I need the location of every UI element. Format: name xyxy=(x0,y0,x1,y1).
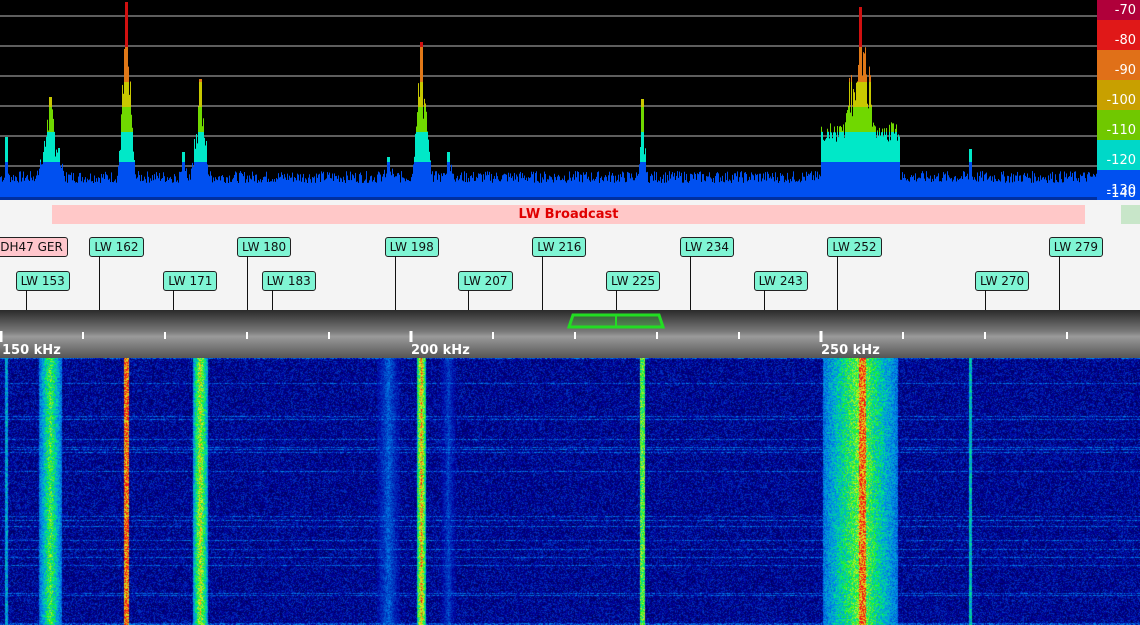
station-marker[interactable]: LW 279 xyxy=(1048,236,1103,310)
db-scale-label: -100 xyxy=(1106,93,1136,108)
frequency-label: 150 kHz xyxy=(2,343,61,358)
station-marker-label: DDH47 GER xyxy=(0,237,68,257)
station-marker[interactable]: LW 183 xyxy=(261,270,316,310)
station-marker-label: LW 180 xyxy=(237,237,292,257)
station-marker-label: LW 171 xyxy=(163,271,218,291)
station-marker-stem xyxy=(271,290,273,310)
frequency-ticks xyxy=(0,313,1068,342)
station-marker[interactable]: LW 180 xyxy=(237,236,292,310)
station-marker[interactable]: LW 162 xyxy=(89,236,144,310)
db-color-scale: -70 -80 -90 -100 -110 -120 -130 -140 xyxy=(1097,0,1140,230)
station-marker-label: LW 252 xyxy=(827,237,882,257)
station-marker-label: LW 153 xyxy=(15,271,70,291)
station-marker[interactable]: LW 216 xyxy=(532,236,587,310)
spectrum-trace xyxy=(0,2,1097,197)
station-marker-stem xyxy=(542,256,544,310)
station-marker[interactable]: LW 225 xyxy=(606,270,661,310)
station-marker[interactable]: LW 207 xyxy=(458,270,513,310)
frequency-label: 250 kHz xyxy=(821,343,880,358)
band-lw-broadcast[interactable]: LW Broadcast xyxy=(52,205,1085,224)
station-marker-label: LW 234 xyxy=(679,237,734,257)
station-marker-stem xyxy=(173,290,175,310)
station-marker-label: LW 162 xyxy=(89,237,144,257)
station-marker[interactable]: LW 252 xyxy=(827,236,882,310)
station-markers: DDH47 GER LW 162 LW 180 LW 198 LW 216 LW 234 L… xyxy=(0,228,1140,310)
waterfall-display[interactable] xyxy=(0,358,1140,625)
station-marker[interactable]: LW 234 xyxy=(679,236,734,310)
station-marker[interactable]: LW 171 xyxy=(163,270,218,310)
band-next-segment[interactable] xyxy=(1121,205,1140,224)
station-marker-stem xyxy=(25,290,27,310)
spectrum-graph[interactable] xyxy=(0,0,1097,200)
band-plan-bar: LW Broadcast xyxy=(0,200,1140,228)
station-marker-label: LW 279 xyxy=(1048,237,1103,257)
db-scale-label: -110 xyxy=(1106,123,1136,138)
frequency-scale[interactable]: 150 kHz 200 kHz 250 kHz xyxy=(0,310,1140,358)
db-scale-label: -120 xyxy=(1106,153,1136,168)
station-marker-label: LW 243 xyxy=(753,271,808,291)
station-marker-label: LW 183 xyxy=(261,271,316,291)
station-marker-label: LW 216 xyxy=(532,237,587,257)
station-marker-stem xyxy=(837,256,839,310)
station-marker-label: LW 198 xyxy=(384,237,439,257)
station-marker-stem xyxy=(468,290,470,310)
station-marker-stem xyxy=(616,290,617,310)
station-marker-stem xyxy=(763,290,765,310)
waterfall-canvas[interactable] xyxy=(0,358,1140,625)
station-marker-stem xyxy=(1058,256,1060,310)
db-scale-label: -90 xyxy=(1114,63,1136,78)
station-marker-stem xyxy=(985,290,986,310)
station-marker[interactable]: DDH47 GER xyxy=(0,236,68,257)
station-marker-label: LW 207 xyxy=(458,271,513,291)
station-marker[interactable]: LW 270 xyxy=(975,270,1030,310)
db-scale-label: -140 xyxy=(1106,186,1136,201)
station-marker-stem xyxy=(689,256,691,310)
db-scale-label: -80 xyxy=(1114,33,1136,48)
station-marker[interactable]: LW 198 xyxy=(384,236,439,310)
station-marker-stem xyxy=(394,256,396,310)
station-marker[interactable]: LW 153 xyxy=(15,270,70,310)
station-marker-stem xyxy=(99,256,101,310)
station-marker-label: LW 270 xyxy=(975,271,1030,291)
db-scale-label: -70 xyxy=(1114,3,1136,18)
spectrum-display[interactable] xyxy=(0,0,1140,200)
frequency-label: 200 kHz xyxy=(411,343,470,358)
station-marker-stem xyxy=(247,256,248,310)
station-marker[interactable]: LW 243 xyxy=(753,270,808,310)
station-marker-label: LW 225 xyxy=(606,271,661,291)
